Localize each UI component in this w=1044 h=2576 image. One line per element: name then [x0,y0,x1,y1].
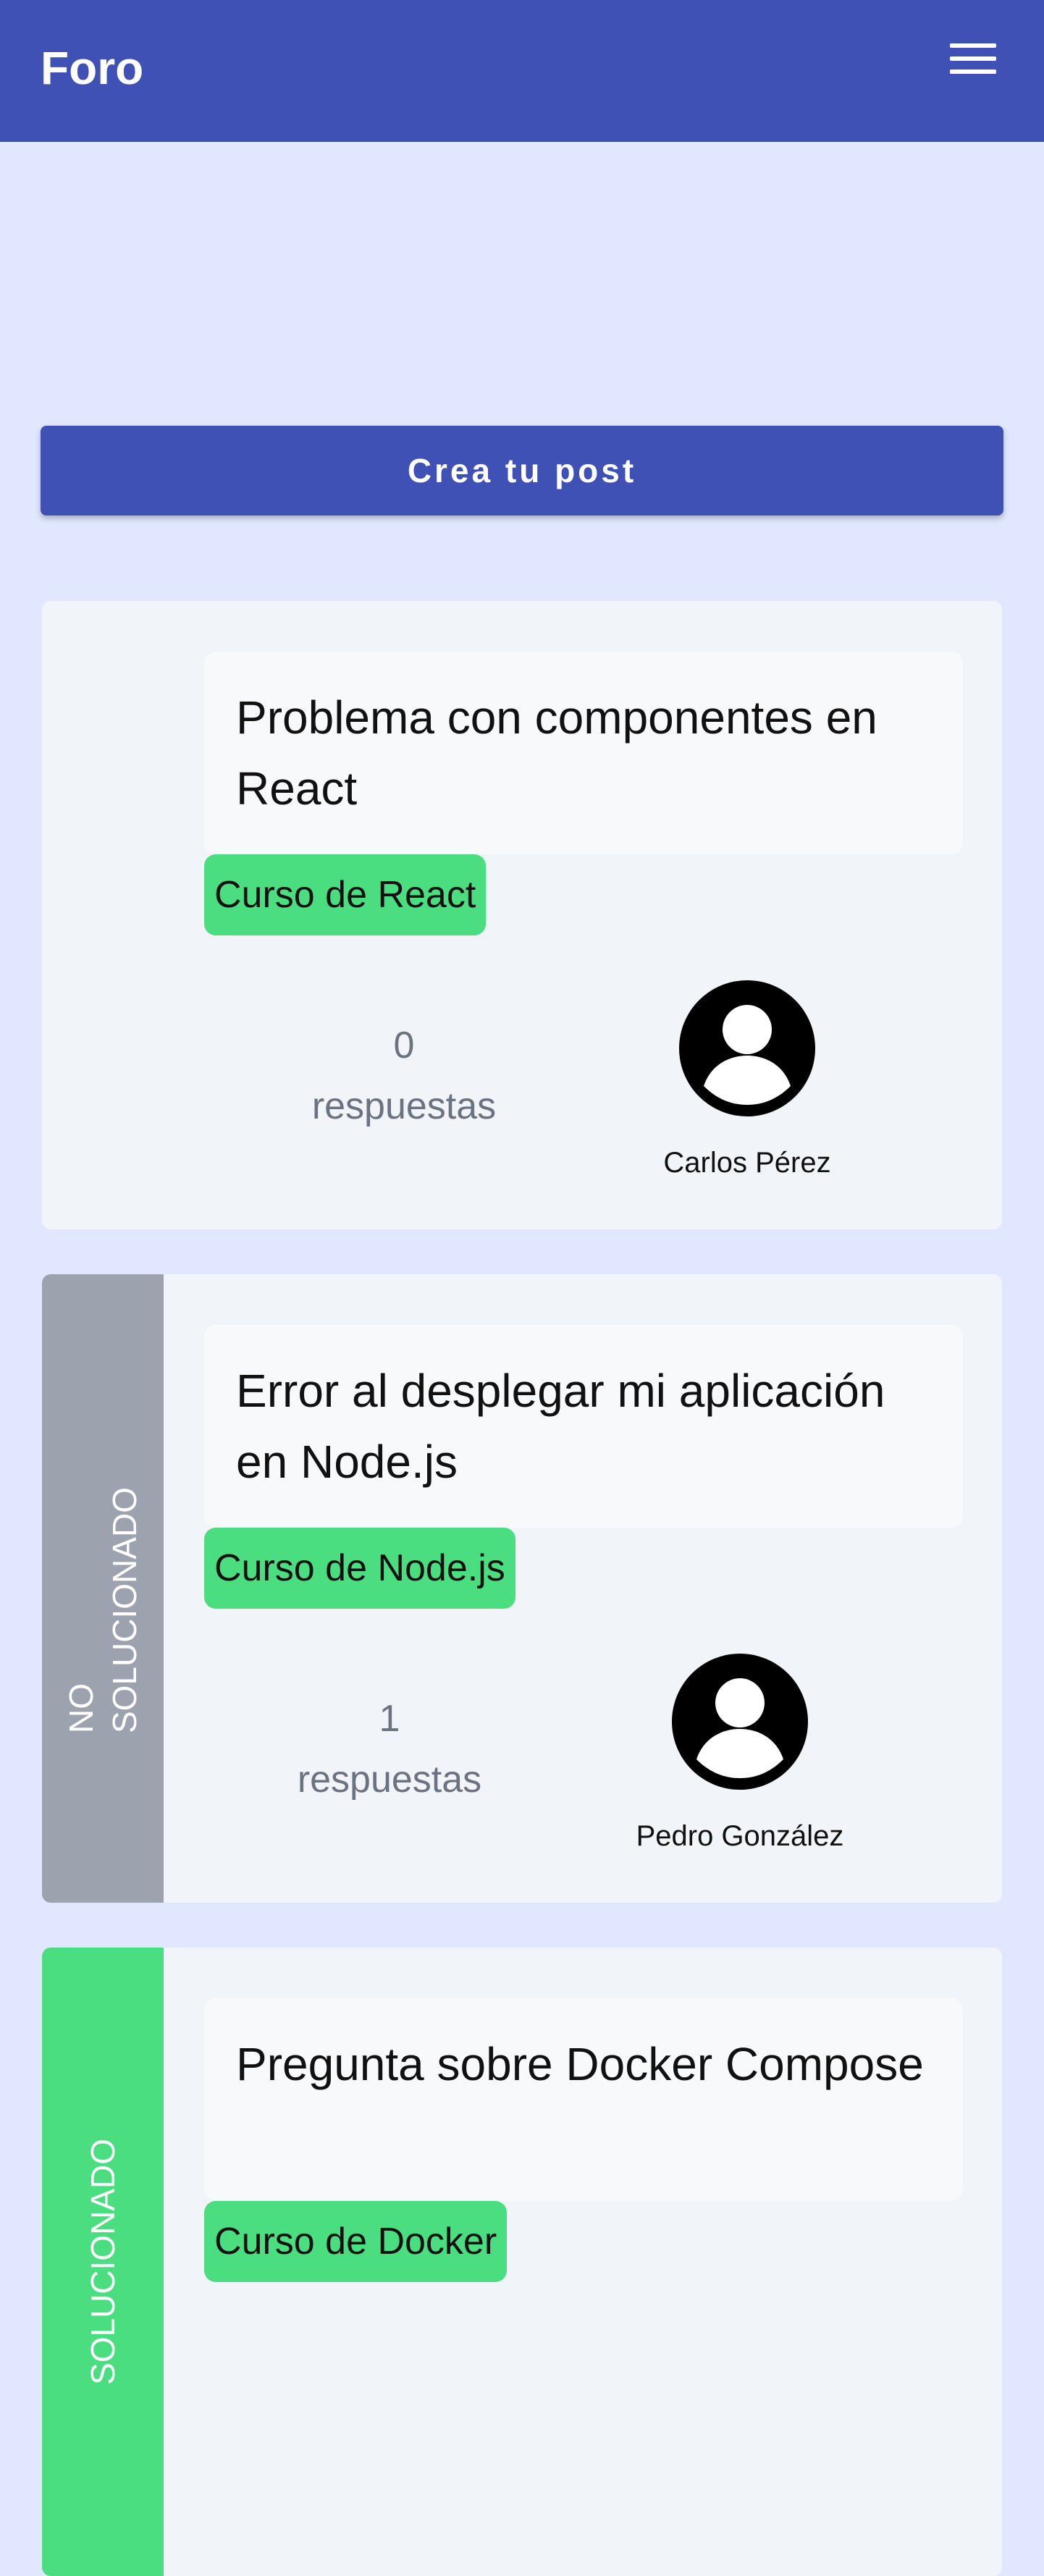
app-header: Foro [0,0,1044,142]
answers-label: respuestas [311,1085,497,1127]
post-card[interactable]: NO SOLUCIONADO Error al desplegar mi apl… [42,1274,1002,1903]
status-label: NO SOLUCIONADO [62,1487,143,1733]
menu-button[interactable] [946,41,1001,81]
course-tag[interactable]: Curso de React [204,854,487,935]
post-card[interactable]: SOLUCIONADO Pregunta sobre Docker Compos… [42,1948,1002,2576]
author-name[interactable]: Carlos Pérez [602,1147,892,1179]
create-post-button[interactable]: Crea tu post [41,426,1003,515]
answers-number: 1 [379,1698,400,1740]
post-title[interactable]: Pregunta sobre Docker Compose [236,2029,931,2100]
answers-number: 0 [393,1024,415,1066]
status-label: SOLUCIONADO [84,2139,122,2385]
author-name[interactable]: Pedro González [595,1820,885,1853]
post-title[interactable]: Problema con componentes en React [236,682,931,824]
post-title-box[interactable]: Problema con componentes en React [204,652,963,854]
course-tag[interactable]: Curso de Node.js [204,1528,515,1609]
post-card[interactable]: Problema con componentes en React Curso … [42,601,1002,1229]
post-title-box[interactable]: Pregunta sobre Docker Compose [204,1998,963,2201]
status-bar: NO SOLUCIONADO [42,1274,164,1903]
user-avatar-icon[interactable] [679,980,815,1116]
post-title[interactable]: Error al desplegar mi aplicación en Node… [236,1355,931,1497]
menu-icon [950,56,996,61]
course-tag[interactable]: Curso de Docker [204,2201,508,2282]
app-title[interactable]: Foro [41,39,143,97]
status-bar: SOLUCIONADO [42,1948,164,2576]
status-bar [42,601,164,1229]
answers-count: 1 respuestas [274,1688,505,1810]
answers-label: respuestas [297,1759,482,1801]
post-title-box[interactable]: Error al desplegar mi aplicación en Node… [204,1325,963,1528]
menu-icon [950,70,996,74]
menu-icon [950,43,996,48]
user-avatar-icon[interactable] [672,1654,808,1790]
answers-count: 0 respuestas [288,1015,520,1137]
